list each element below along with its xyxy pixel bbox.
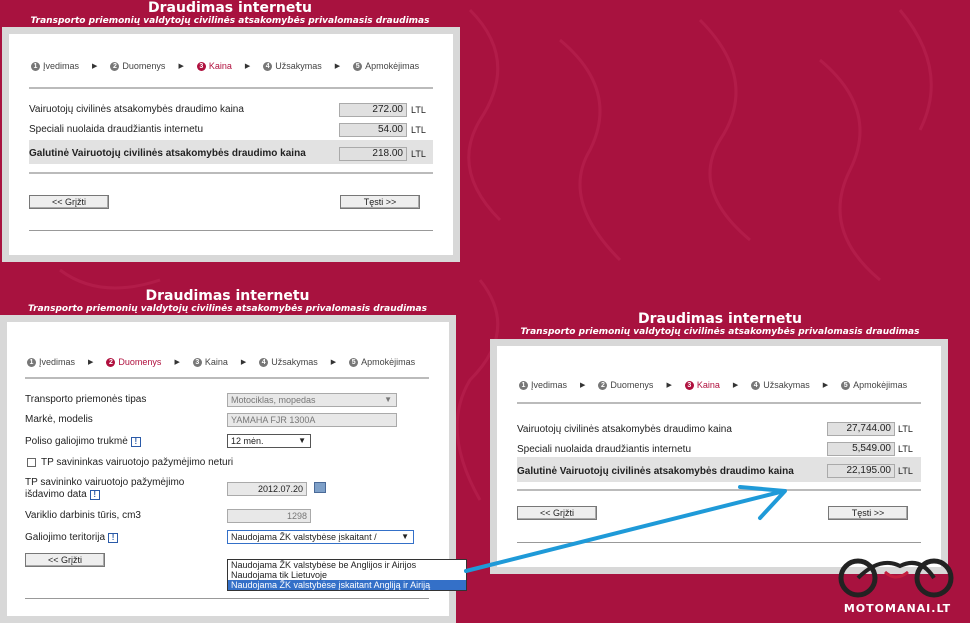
site-logo: MOTOMANAI.LT — [830, 552, 965, 622]
motorcycle-logo-icon — [838, 558, 954, 598]
logo-text: MOTOMANAI.LT — [843, 602, 952, 615]
annotation-arrow — [464, 485, 787, 573]
